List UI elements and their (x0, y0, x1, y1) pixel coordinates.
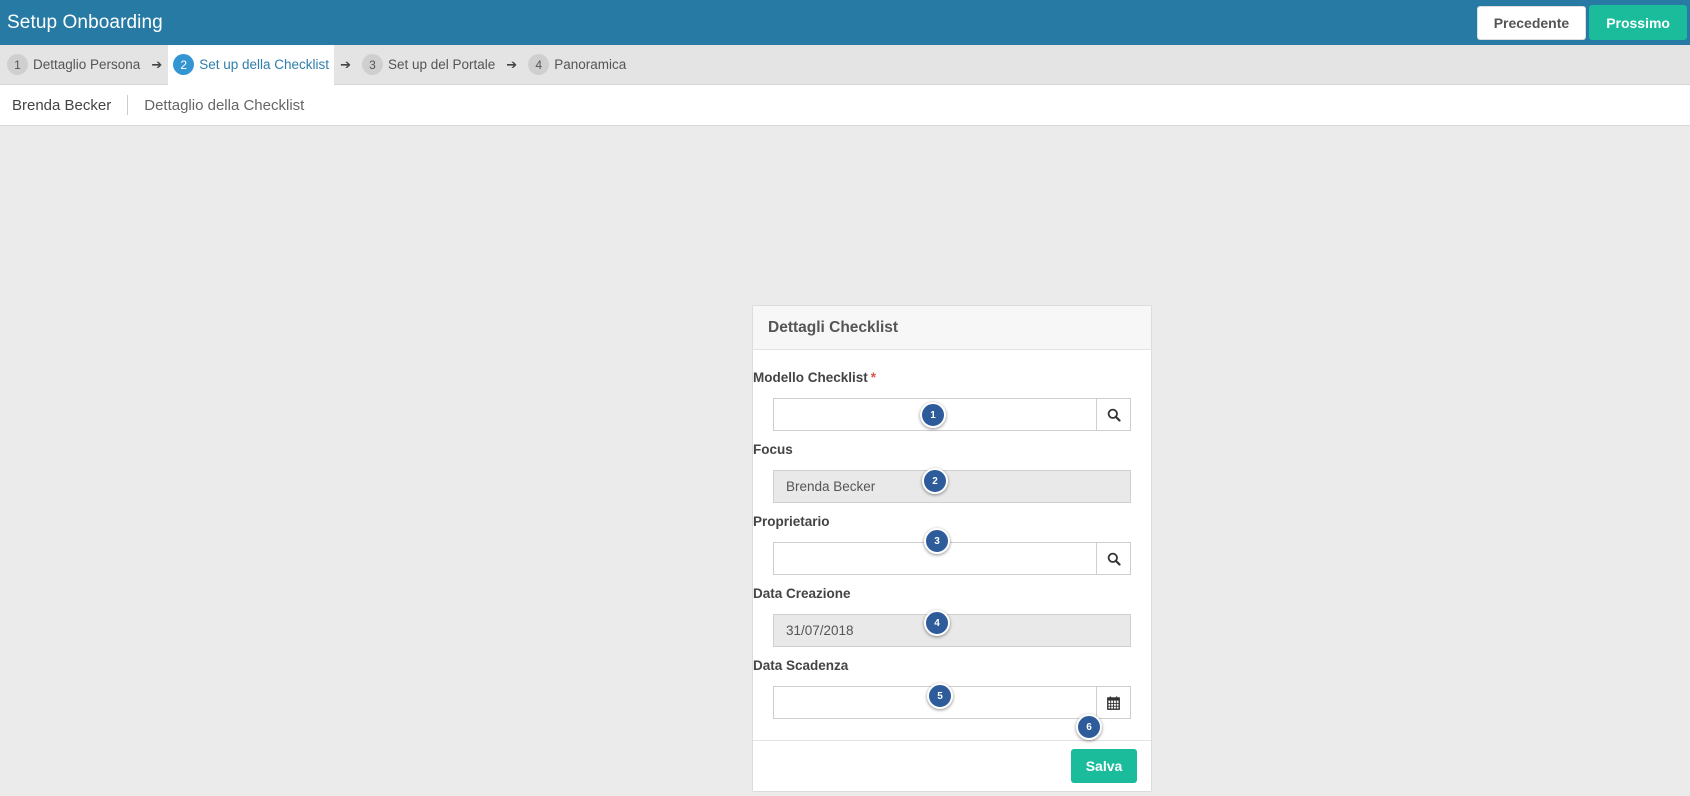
calendar-icon[interactable] (1096, 686, 1131, 719)
modello-checklist-label: Modello Checklist * (753, 370, 877, 385)
header-actions: Precedente Prossimo (1476, 5, 1687, 40)
callout-marker: 2 (922, 468, 948, 494)
data-scadenza-label: Data Scadenza (753, 658, 849, 673)
next-button[interactable]: Prossimo (1589, 5, 1687, 40)
data-creazione-field (773, 614, 1131, 647)
card-title: Dettagli Checklist (753, 306, 1151, 350)
step-number: 3 (361, 54, 383, 75)
step-set-up-portale[interactable]: 3 Set up del Portale (361, 45, 500, 85)
focus-group (773, 470, 1131, 503)
arrow-right-icon: ➔ (151, 56, 163, 72)
step-number: 4 (528, 54, 550, 75)
data-creazione-label: Data Creazione (753, 586, 851, 601)
step-dettaglio-persona[interactable]: 1 Dettaglio Persona (7, 45, 145, 85)
callout-marker: 5 (927, 683, 953, 709)
proprietario-label: Proprietario (753, 514, 830, 529)
step-number: 1 (7, 54, 28, 75)
step-label: Dettaglio Persona (33, 57, 141, 72)
callout-marker: 4 (924, 610, 950, 636)
focus-label: Focus (753, 442, 793, 457)
step-set-up-checklist[interactable]: 2 Set up della Checklist (168, 44, 335, 85)
focus-field (773, 470, 1131, 503)
step-panoramica[interactable]: 4 Panoramica (528, 45, 631, 85)
search-icon[interactable] (1096, 542, 1131, 575)
previous-button[interactable]: Precedente (1476, 5, 1587, 40)
callout-marker: 1 (920, 402, 946, 428)
proprietario-group (773, 542, 1131, 575)
wizard-stepper: 1 Dettaglio Persona ➔ 2 Set up della Che… (0, 44, 1690, 85)
callout-marker: 6 (1076, 714, 1102, 740)
step-label: Set up della Checklist (199, 57, 330, 72)
breadcrumb-person[interactable]: Brenda Becker (12, 97, 111, 114)
step-label: Set up del Portale (387, 57, 496, 72)
arrow-right-icon: ➔ (506, 56, 518, 72)
top-bar: Setup Onboarding Precedente Prossimo (0, 0, 1690, 45)
breadcrumb-divider (127, 95, 129, 115)
breadcrumb-current-page: Dettaglio della Checklist (144, 96, 305, 114)
arrow-right-icon: ➔ (340, 56, 351, 72)
search-icon[interactable] (1096, 398, 1131, 431)
step-label: Panoramica (554, 57, 627, 72)
modello-checklist-group (773, 398, 1131, 431)
breadcrumb: Brenda Becker Dettaglio della Checklist (0, 85, 1690, 126)
data-creazione-group (773, 614, 1131, 647)
step-number: 2 (173, 54, 195, 75)
callout-marker: 3 (924, 528, 950, 554)
card-footer: Salva (753, 740, 1151, 791)
page-title: Setup Onboarding (7, 11, 163, 33)
required-asterisk: * (870, 370, 877, 385)
save-button[interactable]: Salva (1071, 749, 1137, 783)
